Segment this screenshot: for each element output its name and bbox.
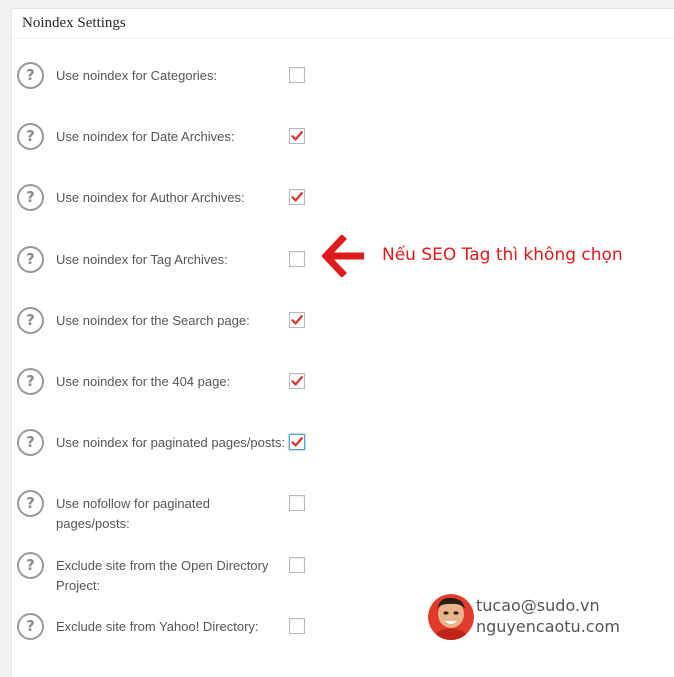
setting-checkbox[interactable] — [289, 434, 305, 451]
setting-label: Use noindex for the Search page: — [56, 312, 250, 328]
help-icon[interactable]: ? — [17, 551, 44, 579]
help-icon[interactable]: ? — [17, 368, 44, 395]
help-icon[interactable]: ? — [17, 184, 44, 212]
setting-checkbox[interactable] — [289, 556, 305, 573]
setting-label: Use noindex for paginated pages/posts: — [56, 435, 286, 451]
setting-label: Use noindex for Tag Archives: — [56, 251, 228, 267]
help-icon[interactable]: ? — [17, 612, 44, 640]
panel-title: Noindex Settings — [12, 9, 674, 39]
setting-checkbox[interactable] — [289, 250, 305, 267]
setting-checkbox[interactable] — [289, 67, 305, 83]
setting-checkbox[interactable] — [289, 495, 305, 512]
help-icon[interactable]: ? — [17, 429, 44, 457]
setting-checkbox[interactable] — [289, 128, 305, 145]
help-icon[interactable]: ? — [17, 245, 44, 273]
avatar — [428, 594, 474, 640]
setting-label: Use noindex for Categories: — [56, 68, 218, 83]
setting-label: Exclude site from the Open Directory Pro… — [56, 557, 269, 593]
watermark-site: nguyencaotu.com — [476, 617, 620, 636]
setting-checkbox[interactable] — [289, 311, 305, 328]
setting-label: Use nofollow for paginated pages/posts: — [56, 496, 210, 532]
setting-label: Use noindex for the 404 page: — [56, 374, 231, 389]
help-icon[interactable]: ? — [17, 62, 44, 89]
annotation-text: Nếu SEO Tag thì không chọn — [382, 245, 623, 265]
setting-label: Exclude site from Yahoo! Directory: — [56, 618, 259, 634]
help-icon[interactable]: ? — [17, 306, 44, 334]
setting-checkbox[interactable] — [289, 617, 305, 634]
noindex-settings-panel: Noindex Settings ? Use noindex for Catego… — [11, 8, 674, 677]
left-arrow-icon — [321, 235, 364, 277]
setting-checkbox[interactable] — [289, 189, 305, 206]
help-icon[interactable]: ? — [17, 490, 44, 518]
help-icon[interactable]: ? — [17, 123, 44, 151]
setting-label: Use noindex for Date Archives: — [56, 129, 235, 145]
setting-label: Use noindex for Author Archives: — [56, 190, 245, 206]
setting-checkbox[interactable] — [289, 373, 305, 389]
watermark-email: tucao@sudo.vn — [476, 596, 600, 615]
